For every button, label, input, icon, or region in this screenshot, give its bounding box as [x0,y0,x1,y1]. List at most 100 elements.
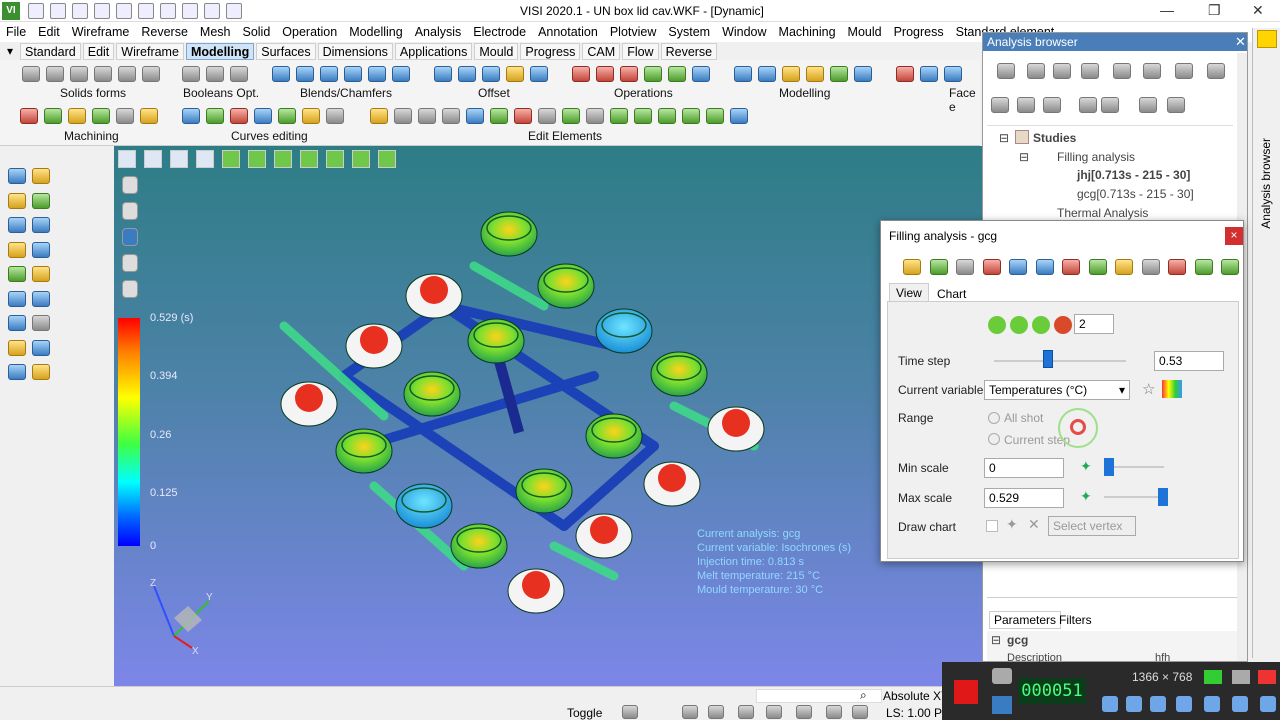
layers-icon[interactable] [118,150,136,168]
draw-chart-checkbox[interactable] [986,520,998,532]
tab-mould[interactable]: Mould [474,42,519,60]
group-expander-icon[interactable]: ⊟ [991,633,1001,647]
browser-tool-icon[interactable] [991,97,1009,113]
cube-view-icon[interactable] [274,150,292,168]
ribbon-tool-icon[interactable] [70,66,88,82]
left-tool-icon[interactable] [32,364,50,380]
min-scale-slider[interactable] [1104,458,1114,476]
max-scale-field[interactable]: 0.529 [984,488,1064,508]
ribbon-tool-icon[interactable] [586,108,604,124]
browser-tool-icon[interactable] [1027,63,1045,79]
tree-study-item[interactable]: gcg[0.713s - 215 - 30] [1077,187,1194,201]
ribbon-tool-icon[interactable] [682,108,700,124]
dialog-tool-icon[interactable] [1141,259,1160,275]
ribbon-tool-icon[interactable] [296,66,314,82]
dialog-tool-icon[interactable] [1009,259,1027,275]
browser-tool-icon[interactable] [1053,63,1071,79]
ribbon-tool-icon[interactable] [418,108,436,124]
ribbon-tool-icon[interactable] [538,108,556,124]
select-vertex-select[interactable]: Select vertex [1048,516,1136,536]
ribbon-tool-icon[interactable] [782,66,800,82]
menu-progress[interactable]: Progress [888,25,950,39]
ribbon-tool-icon[interactable] [514,108,532,124]
stop-icon[interactable] [1010,316,1028,334]
pause-icon[interactable] [992,696,1012,714]
redo-icon[interactable] [204,3,220,19]
recorder-control-icon[interactable] [1260,696,1276,712]
coordinate-mode[interactable]: Absolute XY [883,689,949,703]
dialog-close-button[interactable]: × [1225,227,1243,245]
browser-tool-icon[interactable] [1167,97,1185,113]
browser-tool-icon[interactable] [1017,97,1035,113]
ribbon-tool-icon[interactable] [434,66,452,82]
left-tool-icon[interactable] [32,315,50,331]
ribbon-tool-icon[interactable] [320,66,338,82]
menu-system[interactable]: System [662,25,716,39]
menu-operation[interactable]: Operation [276,25,343,39]
ribbon-tool-icon[interactable] [706,108,724,124]
tab-standard[interactable]: Standard [20,42,81,60]
current-variable-select[interactable]: Temperatures (°C) ▾ [984,380,1130,400]
stop-recording-button[interactable] [954,680,978,704]
ribbon-tool-icon[interactable] [44,108,62,124]
side-tab[interactable]: Analysis browser [1252,28,1280,658]
ribbon-tool-icon[interactable] [182,108,200,124]
minimize-icon[interactable] [1232,670,1250,684]
cylinder-view-icon[interactable] [122,254,138,272]
tab-surfaces[interactable]: Surfaces [256,42,316,60]
pick-icon[interactable]: ✦ [1080,488,1092,505]
ribbon-tool-icon[interactable] [562,108,580,124]
status-icon[interactable] [766,705,782,719]
status-icon[interactable] [622,705,638,719]
recorder-control-icon[interactable] [1126,696,1142,712]
3d-viewport[interactable]: 0.529 (s) 0.394 0.26 0.125 0 Z Y X [114,146,982,686]
dialog-tool-icon[interactable] [1035,259,1054,275]
tab-edit[interactable]: Edit [82,42,115,60]
axis-icon[interactable] [196,150,214,168]
status-icon[interactable] [796,705,812,719]
tab-cam[interactable]: CAM [582,42,621,60]
menu-reverse[interactable]: Reverse [135,25,194,39]
tab-reverse[interactable]: Reverse [660,42,718,60]
ribbon-tool-icon[interactable] [118,66,136,82]
toggle-button[interactable]: Toggle [567,706,602,720]
ribbon-tool-icon[interactable] [68,108,86,124]
dialog-tool-icon[interactable] [929,259,948,275]
dialog-tool-icon[interactable] [1115,259,1133,275]
view-icon[interactable] [170,150,188,168]
left-tool-icon[interactable] [8,217,26,233]
ribbon-tool-icon[interactable] [634,108,652,124]
tab-filters[interactable]: Filters [1059,613,1092,627]
current-step-radio[interactable] [988,433,1000,445]
tab-applications[interactable]: Applications [394,42,473,60]
tab-dimensions[interactable]: Dimensions [317,42,393,60]
status-icon[interactable] [738,705,754,719]
ribbon-tool-icon[interactable] [658,108,676,124]
dialog-tool-icon[interactable] [1194,259,1213,275]
ribbon-tool-icon[interactable] [254,108,272,124]
recorder-control-icon[interactable] [1204,696,1220,712]
tab-wireframe[interactable]: Wireframe [116,42,184,60]
left-tool-icon[interactable] [8,168,26,184]
camera-icon[interactable] [992,668,1012,684]
ribbon-tool-icon[interactable] [272,66,290,82]
ribbon-tool-icon[interactable] [596,66,614,82]
menu-mould[interactable]: Mould [842,25,888,39]
menu-mesh[interactable]: Mesh [194,25,237,39]
ribbon-tool-icon[interactable] [92,108,110,124]
cube-view-icon[interactable] [352,150,370,168]
browser-tool-icon[interactable] [1081,63,1099,79]
open-file-icon[interactable] [50,3,66,19]
dialog-tool-icon[interactable] [903,259,921,275]
left-tool-icon[interactable] [8,266,26,282]
menu-file[interactable]: File [0,25,32,39]
tree-expander-icon[interactable]: ⊟ [1019,150,1029,164]
cylinder-view-icon[interactable] [122,228,138,246]
zoom-icon[interactable] [160,3,176,19]
left-tool-icon[interactable] [8,290,26,307]
menu-modelling[interactable]: Modelling [343,25,409,39]
ribbon-tool-icon[interactable] [830,66,848,82]
ribbon-tool-icon[interactable] [854,66,872,82]
left-tool-icon[interactable] [32,241,50,258]
tree-studies[interactable]: Studies [1033,131,1076,145]
